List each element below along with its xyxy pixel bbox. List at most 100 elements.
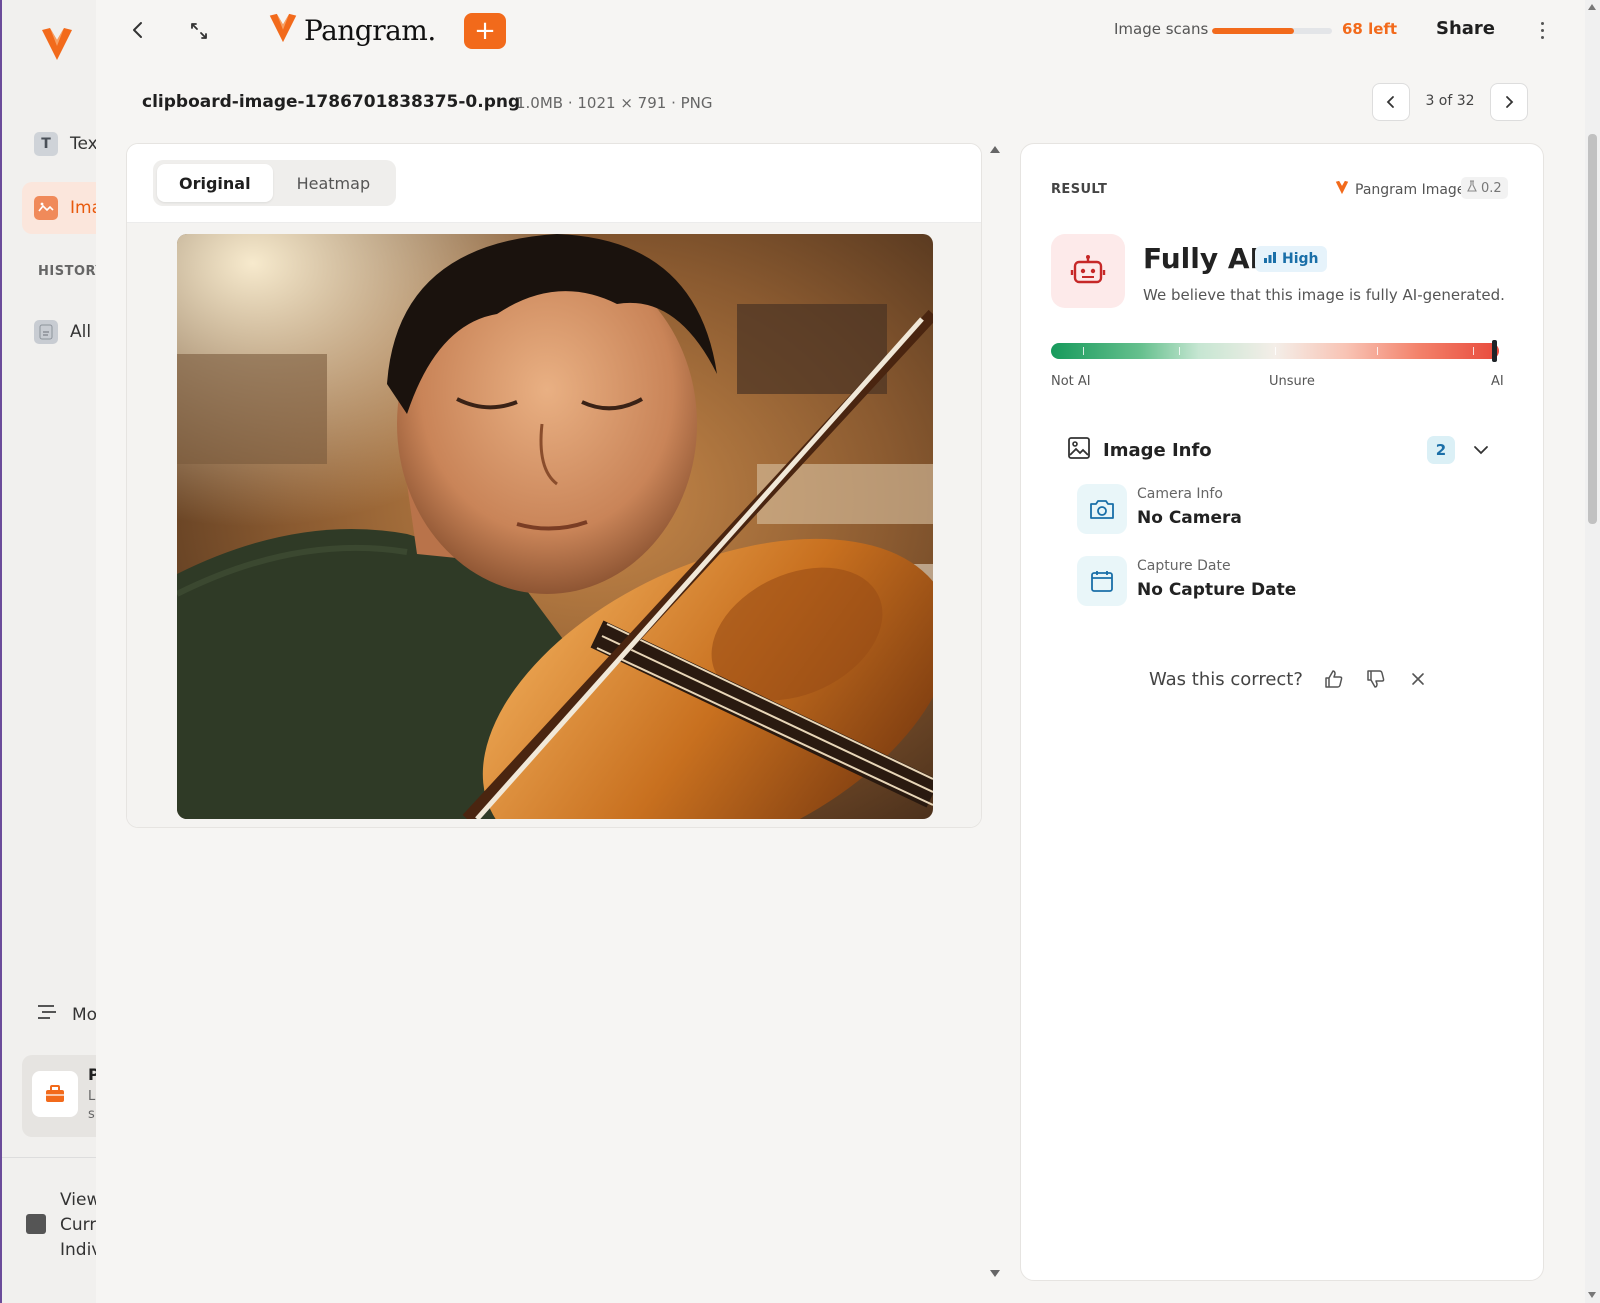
scroll-up-icon[interactable]	[1588, 4, 1596, 10]
model-version-text: 0.2	[1481, 180, 1502, 196]
scale-label-not-ai: Not AI	[1051, 374, 1091, 389]
scale-tick	[1275, 347, 1276, 355]
plus-icon: +	[474, 16, 496, 46]
image-info-header[interactable]: Image Info 2	[1067, 434, 1499, 466]
more-options-icon[interactable]	[1534, 16, 1550, 44]
camera-info-row: Camera Info No Camera	[1077, 484, 1497, 536]
calendar-icon	[1077, 556, 1127, 606]
image-info-count: 2	[1427, 436, 1455, 464]
previous-file-button[interactable]	[1372, 83, 1410, 121]
pangram-logo-icon	[1335, 180, 1349, 199]
scroll-down-icon[interactable]	[1588, 1292, 1596, 1298]
viewer-body	[127, 223, 981, 827]
plan-line-2: s	[88, 1107, 95, 1122]
list-icon	[26, 1214, 46, 1234]
pager-position: 3 of 32	[1425, 93, 1475, 109]
chevron-down-icon[interactable]	[1471, 440, 1491, 460]
share-button[interactable]: Share	[1436, 18, 1495, 39]
close-icon[interactable]	[1407, 668, 1429, 690]
signal-bars-icon	[1263, 251, 1277, 267]
image-scans-label: Image scans	[1114, 20, 1209, 38]
page-scrollbar[interactable]	[1585, 0, 1600, 1303]
ai-likelihood-scale	[1051, 340, 1499, 362]
image-scans-remaining: 68 left	[1342, 20, 1398, 38]
capture-date-label: Capture Date	[1137, 558, 1231, 574]
confidence-badge: High	[1255, 246, 1327, 272]
tab-original[interactable]: Original	[157, 164, 273, 202]
confidence-text: High	[1282, 251, 1319, 267]
plan-card[interactable]: P Ll s	[22, 1055, 100, 1137]
camera-info-value: No Camera	[1137, 508, 1242, 528]
model-tag: Pangram Image	[1335, 180, 1465, 199]
chevron-left-icon	[1386, 96, 1394, 108]
image-scans-progress-fill	[1212, 28, 1294, 34]
back-button[interactable]	[126, 18, 150, 42]
expand-button[interactable]	[188, 20, 210, 42]
sidebar-item-image[interactable]: Ima	[22, 182, 100, 234]
image-icon	[34, 196, 58, 220]
scrollbar-thumb[interactable]	[1588, 134, 1597, 524]
scale-label-unsure: Unsure	[1269, 374, 1315, 389]
sidebar: T Tex Ima HISTORY All Mo P Ll s View Cur…	[0, 0, 100, 1303]
brand[interactable]: Pangram.	[268, 12, 436, 48]
thumbs-up-icon[interactable]	[1323, 668, 1345, 690]
sidebar-item-text[interactable]: T Tex	[22, 118, 100, 170]
text-icon: T	[34, 132, 58, 156]
view-line-3: Indiv	[60, 1240, 100, 1260]
verdict-description: We believe that this image is fully AI-g…	[1143, 286, 1505, 304]
sidebar-more[interactable]: Mo	[36, 1003, 97, 1026]
scale-tick	[1473, 347, 1474, 355]
pangram-logo-icon	[268, 12, 298, 48]
tab-heatmap[interactable]: Heatmap	[275, 164, 393, 202]
viewer-header: Original Heatmap	[127, 144, 981, 223]
view-line-1: View	[60, 1190, 100, 1210]
uploaded-image	[177, 234, 933, 819]
score-marker	[1491, 340, 1497, 362]
file-meta: 1.0MB · 1021 × 791 · PNG	[516, 94, 713, 112]
briefcase-icon	[32, 1071, 78, 1117]
feedback-question: Was this correct?	[1149, 668, 1303, 690]
result-heading: RESULT	[1051, 182, 1108, 197]
flask-icon	[1467, 180, 1477, 196]
capture-date-value: No Capture Date	[1137, 580, 1297, 600]
next-file-button[interactable]	[1490, 83, 1528, 121]
image-frame-icon	[1067, 436, 1091, 464]
view-tabs: Original Heatmap	[153, 160, 397, 206]
view-link[interactable]: View Curre Indiv	[60, 1188, 100, 1263]
sidebar-divider	[2, 1157, 100, 1158]
scale-label-ai: AI	[1491, 374, 1504, 389]
camera-info-label: Camera Info	[1137, 486, 1223, 502]
verdict-title: Fully AI	[1143, 242, 1260, 275]
robot-icon	[1051, 234, 1125, 308]
file-name: clipboard-image-1786701838375-0.png	[142, 92, 521, 112]
expand-icon	[191, 23, 207, 39]
model-name: Pangram Image	[1355, 181, 1466, 198]
image-scans-progress	[1212, 28, 1332, 34]
sidebar-item-label: Tex	[70, 134, 98, 154]
sidebar-item-label: All	[70, 322, 92, 342]
chevron-right-icon	[1506, 96, 1514, 108]
brand-name: Pangram.	[304, 13, 436, 47]
thumbs-down-icon[interactable]	[1365, 668, 1387, 690]
scale-tick	[1083, 347, 1084, 355]
pane-scroll-down-icon[interactable]	[990, 1270, 1000, 1277]
model-version: 0.2	[1461, 177, 1508, 199]
document-icon	[34, 320, 58, 344]
view-line-2: Curre	[60, 1215, 100, 1235]
result-panel: RESULT Pangram Image 0.2 Fully AI High W…	[1020, 143, 1544, 1281]
top-bar: Pangram. + Image scans 68 left Share	[96, 0, 1585, 62]
scale-tick	[1377, 347, 1378, 355]
pangram-logo-icon[interactable]	[40, 26, 74, 62]
new-scan-button[interactable]: +	[464, 13, 506, 49]
camera-icon	[1077, 484, 1127, 534]
pane-scroll-up-icon[interactable]	[990, 146, 1000, 153]
image-viewer: Original Heatmap	[126, 143, 982, 828]
scale-tick	[1179, 347, 1180, 355]
sidebar-item-all[interactable]: All	[22, 306, 100, 358]
history-heading: HISTORY	[38, 264, 100, 279]
feedback-row: Was this correct?	[1149, 668, 1429, 690]
capture-date-row: Capture Date No Capture Date	[1077, 556, 1497, 608]
main-panel: Pangram. + Image scans 68 left Share cli…	[96, 0, 1585, 1303]
menu-lines-icon	[36, 1003, 58, 1026]
image-info-title: Image Info	[1103, 439, 1212, 461]
